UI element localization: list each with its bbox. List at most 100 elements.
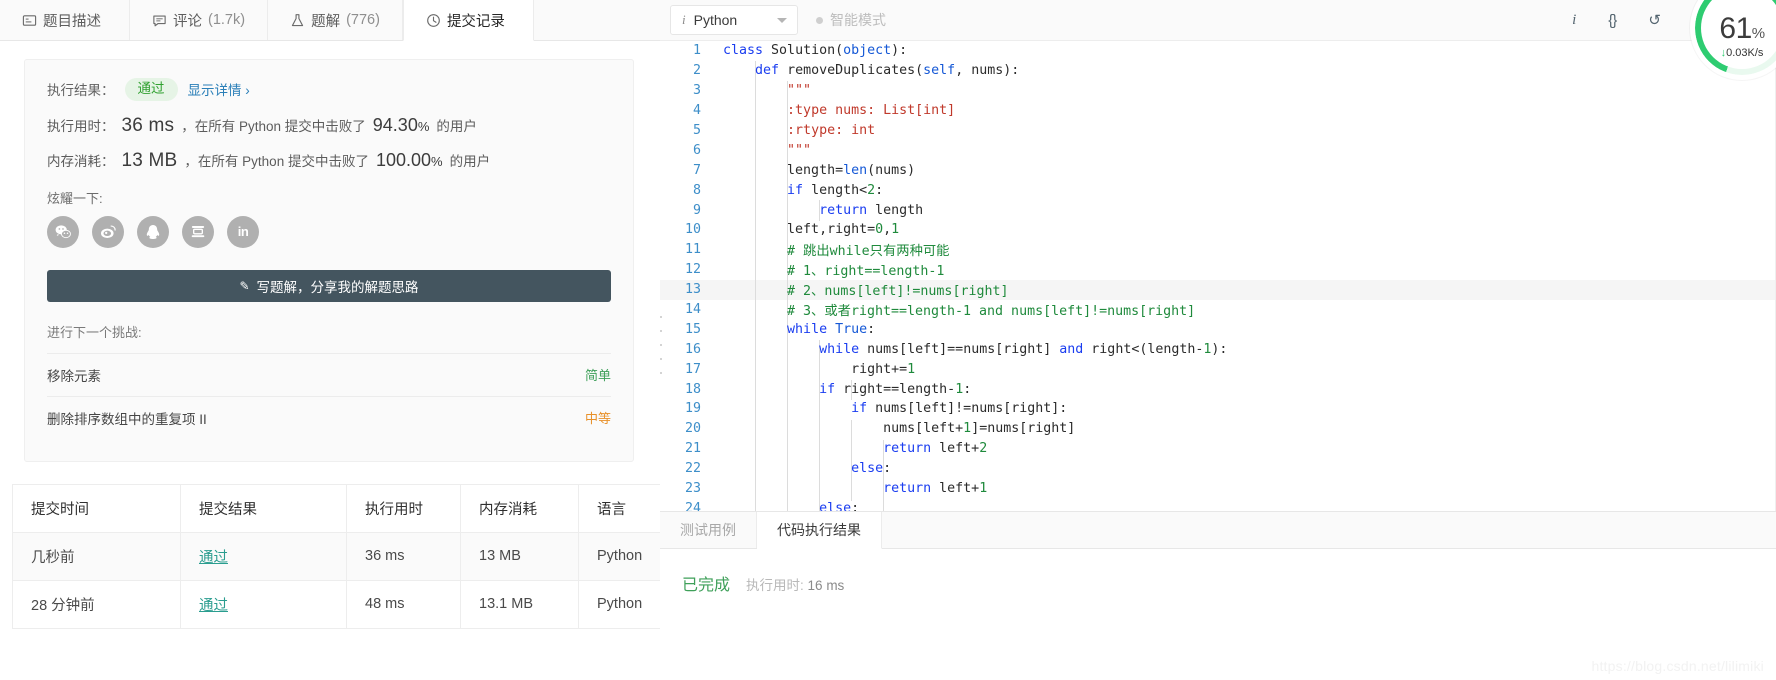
code-token: right==length- (843, 381, 956, 397)
info-icon[interactable]: i (1572, 12, 1576, 28)
console-status-row: 已完成 执行用时: 16 ms (682, 571, 1754, 595)
code-token: : (963, 381, 972, 397)
code-token: # 跳出while只有两种可能 (723, 244, 950, 260)
code-token: True (835, 321, 868, 337)
code-token: Solution( (771, 43, 844, 59)
line-number: 22 (684, 461, 701, 477)
line-number: 8 (692, 182, 701, 198)
code-text: right+=1 (714, 362, 915, 377)
code-line: 18 if right==length-1: (660, 379, 1775, 399)
tab-comments[interactable]: 评论 (1.7k) (130, 0, 269, 40)
tab-test-cases[interactable]: 测试用例 (660, 512, 757, 548)
challenge-item-2[interactable]: 删除排序数组中的重复项 II 中等 (47, 395, 611, 439)
code-token: if (851, 401, 876, 417)
code-text: return left+2 (714, 441, 987, 456)
editor-toolbar: i Python 智能模式 i {} ↺ >_ (660, 0, 1776, 41)
cell-language: Python (578, 579, 660, 629)
code-token: object (843, 43, 892, 59)
code-token: if (787, 182, 812, 198)
tab-count: (1.7k) (208, 12, 246, 28)
language-select[interactable]: i Python (670, 5, 798, 35)
code-line: 6 """ (660, 140, 1775, 160)
code-token: left,right= (723, 222, 876, 238)
code-line: 4 :type nums: List[int] (660, 101, 1775, 121)
line-number: 6 (692, 142, 701, 158)
code-token: 1 (955, 381, 964, 397)
douban-icon[interactable] (182, 215, 214, 248)
execution-time: 执行用时: 16 ms (746, 578, 845, 593)
linkedin-icon[interactable]: in (227, 215, 259, 248)
share-label: 炫耀一下: (47, 190, 103, 206)
table-row[interactable]: 几秒前 通过 36 ms 13 MB Python (12, 531, 660, 581)
tab-problem-description[interactable]: 题目描述 (0, 0, 130, 40)
qq-icon[interactable] (137, 215, 169, 248)
left-panel: 题目描述 评论 (1.7k) 题解 (776) 提交记录 执行结果： 通过 显示… (0, 0, 660, 680)
code-line: 7 length=len(nums) (660, 160, 1775, 180)
result-link[interactable]: 通过 (199, 598, 228, 614)
line-number: 11 (684, 242, 701, 258)
code-text: if nums[left]!=nums[right]: (714, 401, 1067, 416)
pencil-icon: ✎ (239, 278, 250, 293)
handle-dot (659, 358, 662, 360)
code-line: 15 while True: (660, 319, 1775, 339)
tab-solutions[interactable]: 题解 (776) (268, 0, 403, 40)
cell-submit-time: 28 分钟前 (12, 579, 181, 629)
show-detail-link[interactable]: 显示详情 › (188, 79, 250, 99)
code-text: # 跳出while只有两种可能 (714, 240, 949, 259)
chevron-down-icon (777, 17, 787, 23)
code-editor[interactable]: 1 class Solution(object): 2 def removeDupl… (660, 41, 1776, 511)
cell-runtime: 48 ms (346, 579, 461, 629)
reset-icon[interactable]: ↺ (1648, 13, 1661, 28)
memory-stat: 内存消耗： 13 MB ，在所有 Python 提交中击败了 100.00% 的… (47, 150, 611, 172)
line-number: 13 (684, 282, 701, 298)
code-token: while (787, 321, 836, 337)
code-line: 22 else: (660, 459, 1775, 479)
widget-text: 61% ↓0.03K/s (1719, 0, 1765, 59)
code-token: return (819, 202, 876, 218)
runtime-suffix: 的用户 (436, 118, 477, 134)
result-link[interactable]: 通过 (199, 550, 228, 566)
code-token: removeDuplicates( (787, 63, 924, 79)
code-token: """ (787, 142, 812, 158)
table-row[interactable]: 28 分钟前 通过 48 ms 13.1 MB Python (12, 579, 660, 629)
braces-icon[interactable]: {} (1608, 13, 1617, 28)
status-dot-icon (816, 16, 823, 24)
pane-resize-handle[interactable] (658, 316, 663, 374)
line-number: 5 (692, 123, 701, 138)
header-submit-result: 提交结果 (180, 483, 347, 533)
code-line: 3 """ (660, 81, 1775, 101)
memory-percentile: 100.00% (375, 149, 443, 170)
code-token: 1 (907, 361, 916, 377)
code-token: 0 (875, 222, 884, 238)
code-line: 14 # 3、或者right==length-1 and nums[left]!… (660, 300, 1775, 320)
code-line: 8 if length<2: (660, 180, 1775, 200)
code-token: length< (811, 182, 868, 198)
code-token: :rtype: int (787, 123, 876, 138)
smart-mode-toggle[interactable]: 智能模式 (816, 10, 886, 30)
challenge-item-1[interactable]: 移除元素 简单 (47, 352, 611, 396)
code-text: return left+1 (714, 481, 987, 496)
code-line: 21 return left+2 (660, 439, 1775, 459)
code-token: 2 (867, 182, 876, 198)
code-text: :type nums: List[int] (714, 103, 955, 118)
weibo-icon[interactable] (92, 215, 124, 248)
write-solution-button[interactable]: ✎ 写题解，分享我的解题思路 (47, 269, 611, 302)
tab-submissions[interactable]: 提交记录 (402, 0, 534, 41)
code-token: right<(length- (1091, 341, 1204, 357)
code-token: , (883, 222, 892, 238)
code-line: 17 right+=1 (660, 359, 1775, 379)
handle-dot (659, 372, 662, 374)
header-runtime: 执行用时 (346, 483, 461, 533)
memory-suffix: 的用户 (449, 153, 491, 169)
wechat-icon[interactable] (47, 215, 79, 248)
tab-execution-result[interactable]: 代码执行结果 (757, 512, 882, 549)
line-number: 2 (692, 63, 701, 79)
code-token: return (883, 481, 940, 497)
code-token: : (851, 500, 860, 511)
code-lines: 1 class Solution(object): 2 def removeDupl… (660, 41, 1775, 511)
code-text: def removeDuplicates(self, nums): (714, 63, 1019, 78)
code-token: return (883, 441, 940, 457)
